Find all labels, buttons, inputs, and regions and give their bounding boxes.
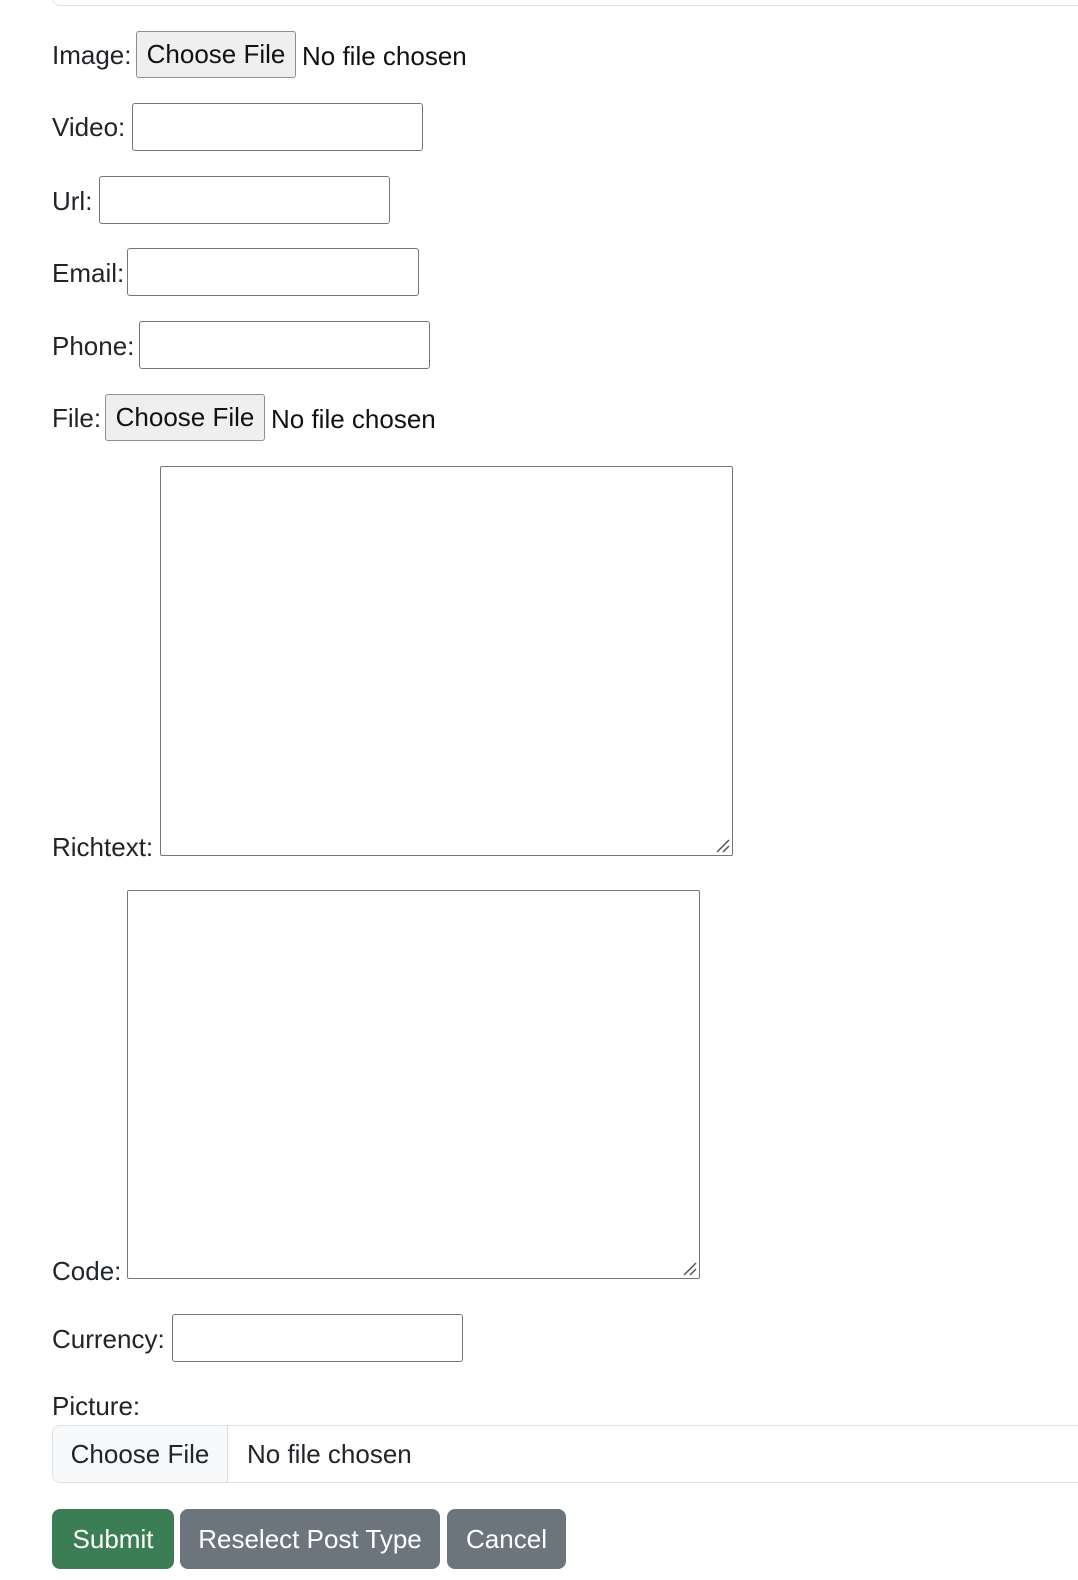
image-label: Image: xyxy=(52,40,132,70)
file-choose-file-button[interactable]: Choose File xyxy=(105,394,265,441)
previous-section-border xyxy=(52,0,1078,6)
phone-label: Phone: xyxy=(52,331,135,361)
video-label: Video: xyxy=(52,112,126,142)
url-label: Url: xyxy=(52,186,93,216)
image-file-status: No file chosen xyxy=(302,41,467,71)
currency-input[interactable] xyxy=(172,1314,463,1362)
picture-file-input[interactable]: Choose File No file chosen xyxy=(52,1425,1078,1483)
email-input[interactable] xyxy=(127,248,419,296)
currency-label: Currency: xyxy=(52,1324,165,1354)
picture-label: Picture: xyxy=(52,1391,141,1421)
richtext-textarea[interactable] xyxy=(160,466,733,856)
image-choose-file-button[interactable]: Choose File xyxy=(136,31,296,78)
url-input[interactable] xyxy=(99,176,390,224)
reselect-post-type-button[interactable]: Reselect Post Type xyxy=(180,1509,440,1569)
file-file-status: No file chosen xyxy=(271,404,436,434)
richtext-label: Richtext: xyxy=(52,832,154,862)
email-label: Email: xyxy=(52,258,125,288)
picture-file-status: No file chosen xyxy=(247,1439,412,1469)
submit-button[interactable]: Submit xyxy=(52,1509,174,1569)
resize-grip-icon[interactable] xyxy=(681,1260,697,1276)
cancel-button[interactable]: Cancel xyxy=(447,1509,566,1569)
picture-choose-file-button[interactable]: Choose File xyxy=(53,1426,228,1482)
video-input[interactable] xyxy=(132,103,423,151)
code-label: Code: xyxy=(52,1256,122,1286)
phone-input[interactable] xyxy=(139,321,430,369)
code-textarea[interactable] xyxy=(127,890,700,1279)
resize-grip-icon[interactable] xyxy=(714,837,730,853)
file-label: File: xyxy=(52,403,102,433)
